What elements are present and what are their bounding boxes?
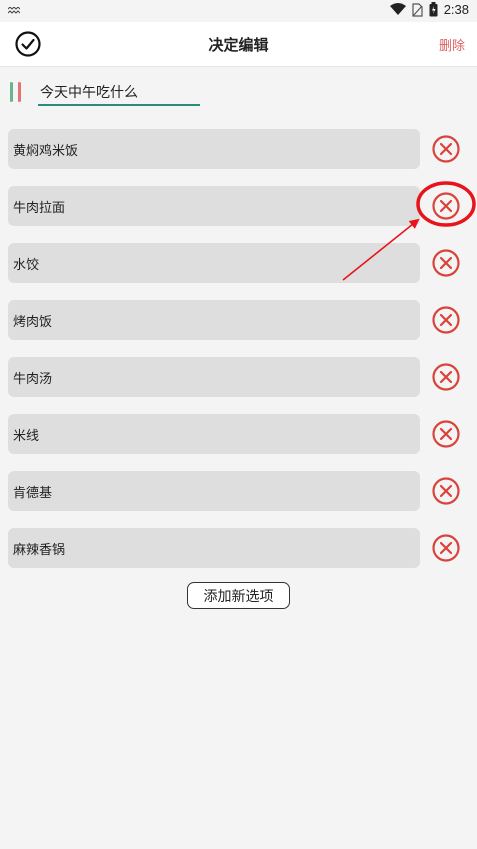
option-field[interactable] <box>8 528 420 568</box>
decision-title-input[interactable] <box>38 80 200 106</box>
list-item <box>0 528 477 568</box>
page-title: 决定编辑 <box>208 36 269 54</box>
x-circle-icon[interactable] <box>431 533 461 563</box>
battery-icon <box>429 2 438 17</box>
option-field[interactable] <box>8 414 420 454</box>
status-bar: 2:38 <box>0 0 477 22</box>
x-circle-icon[interactable] <box>431 305 461 335</box>
option-field[interactable] <box>8 300 420 340</box>
list-item <box>0 471 477 511</box>
list-item <box>0 357 477 397</box>
option-field[interactable] <box>8 471 420 511</box>
no-sim-icon <box>412 2 423 17</box>
x-circle-icon[interactable] <box>431 419 461 449</box>
list-item <box>0 243 477 283</box>
app-bar: 决定编辑 删除 <box>0 22 477 67</box>
option-field[interactable] <box>8 357 420 397</box>
list-item <box>0 414 477 454</box>
option-field[interactable] <box>8 186 420 226</box>
list-item <box>0 186 477 226</box>
decision-title-row <box>0 80 477 110</box>
x-circle-icon[interactable] <box>431 134 461 164</box>
delete-button[interactable]: 删除 <box>439 35 465 54</box>
x-circle-icon[interactable] <box>431 476 461 506</box>
status-time: 2:38 <box>443 2 469 17</box>
drag-handle-icon <box>10 82 24 104</box>
wifi-icon <box>389 3 406 15</box>
x-circle-icon[interactable] <box>431 191 461 221</box>
option-field[interactable] <box>8 129 420 169</box>
option-field[interactable] <box>8 243 420 283</box>
list-item <box>0 300 477 340</box>
add-option-button[interactable]: 添加新选项 <box>187 582 290 609</box>
x-circle-icon[interactable] <box>431 362 461 392</box>
list-item <box>0 129 477 169</box>
notification-icon <box>7 4 21 18</box>
x-circle-icon[interactable] <box>431 248 461 278</box>
